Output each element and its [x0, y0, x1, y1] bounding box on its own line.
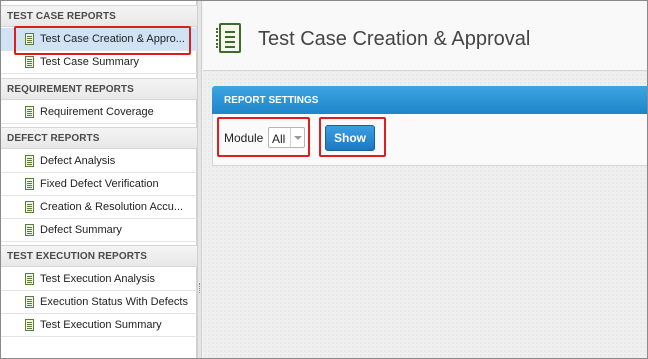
- sidebar-item-label: Defect Analysis: [40, 155, 116, 167]
- sidebar-item-defect-analysis[interactable]: Defect Analysis: [1, 150, 197, 173]
- sidebar-item-label: Requirement Coverage: [40, 106, 154, 118]
- document-icon: [25, 106, 34, 118]
- section-header-test-execution-reports: TEST EXECUTION REPORTS: [1, 245, 197, 267]
- sidebar-item-label: Defect Summary: [40, 224, 122, 236]
- sidebar-item-label: Fixed Defect Verification: [40, 178, 159, 190]
- report-settings-header: REPORT SETTINGS: [212, 86, 647, 114]
- document-icon: [25, 56, 34, 68]
- splitter-grip-icon[interactable]: [199, 283, 200, 293]
- sidebar-item-requirement-coverage[interactable]: Requirement Coverage: [1, 101, 197, 124]
- report-document-icon: [216, 23, 241, 53]
- sidebar-item-creation-resolution-accuracy[interactable]: Creation & Resolution Accu...: [1, 196, 197, 219]
- sidebar-item-label: Creation & Resolution Accu...: [40, 201, 184, 213]
- page-title: Test Case Creation & Approval: [258, 28, 531, 50]
- document-icon: [25, 224, 34, 236]
- sidebar-item-execution-status-with-defects[interactable]: Execution Status With Defects: [1, 291, 197, 314]
- sidebar-item-label: Test Execution Analysis: [40, 273, 155, 285]
- sidebar-item-label: Execution Status With Defects: [40, 296, 188, 308]
- document-icon: [25, 273, 34, 285]
- sidebar-splitter[interactable]: [197, 1, 202, 358]
- sidebar-item-test-execution-summary[interactable]: Test Execution Summary: [1, 314, 197, 337]
- document-icon: [25, 201, 34, 213]
- sidebar-item-fixed-defect-verification[interactable]: Fixed Defect Verification: [1, 173, 197, 196]
- section-header-test-case-reports: TEST CASE REPORTS: [1, 5, 197, 27]
- main-content: Test Case Creation & Approval REPORT SET…: [203, 1, 647, 358]
- sidebar-item-label: Test Case Summary: [40, 56, 140, 68]
- document-icon: [25, 178, 34, 190]
- sidebar-item-label: Test Execution Summary: [40, 319, 162, 331]
- section-header-defect-reports: DEFECT REPORTS: [1, 127, 197, 149]
- document-icon: [25, 319, 34, 331]
- highlight-active-item: [14, 26, 191, 55]
- sidebar-item-defect-summary[interactable]: Defect Summary: [1, 219, 197, 242]
- document-icon: [25, 155, 34, 167]
- page-header: Test Case Creation & Approval: [203, 1, 647, 71]
- sidebar-item-test-execution-analysis[interactable]: Test Execution Analysis: [1, 268, 197, 291]
- highlight-module-filter: [217, 117, 310, 157]
- document-icon: [25, 296, 34, 308]
- section-header-requirement-reports: REQUIREMENT REPORTS: [1, 78, 197, 100]
- highlight-show-button: [319, 117, 386, 157]
